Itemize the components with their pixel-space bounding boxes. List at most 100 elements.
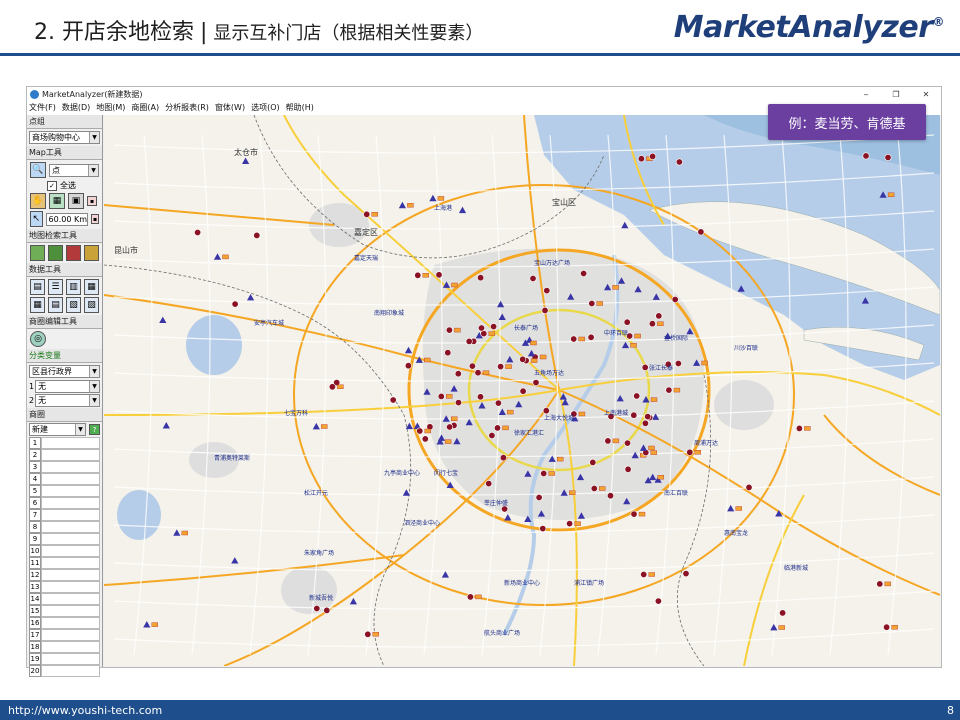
help-icon[interactable]: ? — [89, 424, 100, 435]
frame-icon[interactable]: ▣ — [68, 193, 84, 209]
mall-marker[interactable] — [701, 360, 708, 366]
map-view[interactable]: 太仓市 宝山区 嘉定区 昆山市 上海港 宝山万达广场 嘉定天瑞 安亭汽车城 七宝万科 南翔印象城五… — [104, 115, 940, 666]
trade-area-row[interactable]: 11 — [29, 557, 100, 569]
kfc-store-marker[interactable] — [389, 396, 397, 404]
kfc-store-marker[interactable] — [590, 484, 598, 492]
kfc-store-marker[interactable] — [490, 323, 498, 331]
kfc-store-marker[interactable] — [476, 393, 484, 401]
trade-area-row[interactable]: 7 — [29, 509, 100, 521]
kfc-store-marker[interactable] — [675, 158, 683, 166]
store-label[interactable]: 金桥国际 — [664, 334, 688, 342]
kfc-store-marker[interactable] — [363, 210, 371, 218]
trade-area-row[interactable]: 6 — [29, 497, 100, 509]
kfc-store-marker[interactable] — [630, 510, 638, 518]
mall-marker[interactable] — [657, 321, 664, 326]
kfc-store-marker[interactable] — [588, 300, 596, 308]
trade-area-circle-icon[interactable]: ◎ — [30, 331, 46, 347]
mall-marker[interactable] — [424, 428, 431, 434]
store-label[interactable]: 航头商业广场 — [484, 629, 520, 637]
kfc-store-marker[interactable] — [606, 492, 614, 500]
mall-marker[interactable] — [884, 581, 891, 587]
store-label[interactable]: 徐家汇港汇 — [514, 429, 544, 437]
kfc-store-marker[interactable] — [454, 399, 462, 407]
map-canvas[interactable]: 太仓市宝山区嘉定区昆山市 上海港宝山万达广场 嘉定天瑞安亭汽车城七宝万科 南翔印象城五… — [104, 115, 940, 666]
trade-area-row[interactable]: 14 — [29, 593, 100, 605]
row-cell[interactable] — [41, 641, 100, 653]
point-group-select[interactable]: 商场购物中心 ▼ — [29, 131, 100, 144]
mall-marker[interactable] — [612, 438, 620, 444]
mall-marker[interactable] — [650, 397, 658, 402]
kfc-store-marker[interactable] — [570, 335, 578, 343]
store-label[interactable]: 中环百联 — [604, 329, 628, 337]
kfc-store-marker[interactable] — [485, 480, 493, 488]
menu-reports[interactable]: 分析报表(R) — [165, 102, 209, 115]
kfc-store-marker[interactable] — [468, 362, 476, 370]
store-label[interactable]: 张江长泰 — [649, 364, 673, 372]
store-label[interactable]: 长泰广场 — [514, 324, 538, 332]
kfc-store-marker[interactable] — [535, 493, 543, 501]
mall-marker[interactable] — [451, 416, 458, 421]
kfc-store-marker[interactable] — [697, 228, 705, 236]
mall-marker[interactable] — [475, 594, 482, 600]
kfc-store-marker[interactable] — [883, 623, 891, 631]
trade-area-row[interactable]: 18 — [29, 641, 100, 653]
kfc-store-marker[interactable] — [862, 152, 870, 160]
map-search-icon-3[interactable] — [66, 245, 81, 261]
store-label[interactable]: 嘉定天瑞 — [354, 254, 378, 262]
kfc-store-marker[interactable] — [194, 229, 202, 237]
mall-marker[interactable] — [446, 394, 453, 399]
trade-area-row[interactable]: 10 — [29, 545, 100, 557]
kfc-store-marker[interactable] — [444, 349, 452, 357]
kfc-store-marker[interactable] — [623, 439, 631, 447]
kfc-store-marker[interactable] — [497, 363, 505, 371]
store-label[interactable]: 朱家角广场 — [304, 549, 334, 557]
kfc-store-marker[interactable] — [540, 469, 548, 477]
database-icon[interactable]: ▤ — [48, 297, 63, 313]
store-label[interactable]: 临港新城 — [784, 564, 808, 572]
trade-area-row[interactable]: 15 — [29, 605, 100, 617]
kfc-store-marker[interactable] — [466, 593, 474, 601]
distance-input[interactable]: 60.00 Km — [45, 212, 88, 226]
trade-area-row[interactable]: 13 — [29, 581, 100, 593]
kfc-store-marker[interactable] — [665, 386, 673, 394]
kfc-store-marker[interactable] — [499, 454, 507, 462]
mall-marker[interactable] — [337, 384, 344, 389]
store-label[interactable]: 松江开元 — [304, 489, 328, 497]
select-all-checkbox[interactable]: ✓ — [47, 180, 57, 191]
kfc-store-marker[interactable] — [884, 153, 892, 161]
kfc-store-marker[interactable] — [640, 570, 648, 578]
kfc-store-marker[interactable] — [519, 355, 527, 363]
mall-marker[interactable] — [437, 196, 445, 201]
kfc-store-marker[interactable] — [421, 435, 429, 443]
list-icon[interactable]: ☰ — [48, 279, 63, 295]
mall-marker[interactable] — [778, 625, 785, 630]
mall-marker[interactable] — [444, 439, 452, 444]
menu-window[interactable]: 窗体(W) — [215, 102, 245, 115]
store-label[interactable]: 上海大悦城 — [544, 414, 574, 422]
trade-area-row[interactable]: 4 — [29, 473, 100, 485]
menu-data[interactable]: 数据(D) — [62, 102, 90, 115]
kfc-store-marker[interactable] — [445, 326, 453, 334]
kfc-store-marker[interactable] — [644, 413, 652, 421]
trade-area-row[interactable]: 1 — [29, 437, 100, 449]
mall-marker[interactable] — [638, 511, 646, 517]
mall-marker[interactable] — [371, 212, 378, 217]
report-icon[interactable]: ▨ — [84, 297, 99, 313]
mall-marker[interactable] — [578, 336, 585, 342]
mall-marker[interactable] — [634, 333, 641, 339]
row-cell[interactable] — [41, 581, 100, 593]
kfc-store-marker[interactable] — [253, 231, 261, 239]
kfc-store-marker[interactable] — [580, 270, 588, 278]
store-label[interactable]: 宝山万达广场 — [534, 259, 570, 267]
kfc-store-marker[interactable] — [477, 274, 485, 282]
var2-select[interactable]: 无 ▼ — [35, 394, 100, 407]
mall-marker[interactable] — [424, 357, 431, 363]
store-label[interactable]: 新场商业中心 — [504, 579, 540, 587]
close-button[interactable]: ✕ — [911, 90, 941, 99]
mall-marker[interactable] — [539, 354, 547, 360]
menu-file[interactable]: 文件(F) — [29, 102, 56, 115]
mall-marker[interactable] — [630, 343, 637, 348]
minimize-button[interactable]: ‒ — [851, 90, 881, 99]
menu-trade-area[interactable]: 商圈(A) — [131, 102, 159, 115]
trade-area-row[interactable]: 16 — [29, 617, 100, 629]
